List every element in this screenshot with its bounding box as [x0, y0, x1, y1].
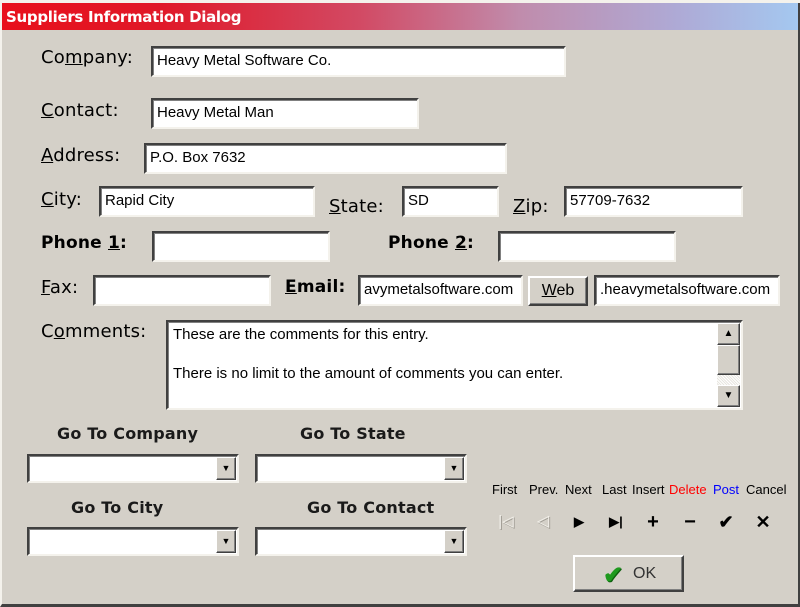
- plus-icon: +: [647, 511, 659, 533]
- scroll-up-button[interactable]: ▲: [717, 323, 740, 345]
- zip-field[interactable]: 57709-7632: [564, 186, 743, 217]
- nav-caption-insert: Insert: [632, 482, 665, 497]
- address-field[interactable]: P.O. Box 7632: [144, 143, 507, 174]
- arrow-up-icon: ▲: [723, 328, 734, 339]
- zip-label: Zip:: [513, 196, 549, 217]
- nav-prior-button[interactable]: ◁: [528, 510, 558, 534]
- contact-label: Contact:: [41, 100, 119, 121]
- comments-scrollbar[interactable]: ▲ ▼: [717, 323, 740, 407]
- scroll-down-button[interactable]: ▼: [717, 385, 740, 407]
- dropdown-button[interactable]: ▼: [216, 457, 236, 480]
- goto-company-label: Go To Company: [57, 424, 199, 443]
- contact-field[interactable]: Heavy Metal Man: [151, 98, 419, 129]
- nav-caption-next: Next: [565, 482, 592, 497]
- chevron-down-icon: ▼: [221, 536, 231, 546]
- close-icon: ✕: [755, 512, 771, 532]
- web-button[interactable]: Web: [528, 276, 588, 306]
- arrow-down-icon: ▼: [723, 390, 734, 401]
- title-bar[interactable]: Suppliers Information Dialog: [2, 3, 798, 30]
- next-record-icon: ▶: [574, 514, 584, 529]
- company-field[interactable]: Heavy Metal Software Co.: [151, 46, 566, 77]
- ok-label: OK: [633, 565, 657, 582]
- nav-caption-cancel: Cancel: [746, 482, 787, 497]
- comments-label: Comments:: [41, 321, 147, 342]
- phone1-field[interactable]: [152, 231, 330, 262]
- state-label: State:: [329, 196, 384, 217]
- ok-button[interactable]: ✔ OK: [573, 555, 684, 592]
- chevron-down-icon: ▼: [449, 536, 459, 546]
- chevron-down-icon: ▼: [221, 463, 231, 473]
- nav-insert-button[interactable]: +: [638, 510, 668, 534]
- fax-field[interactable]: [93, 275, 271, 306]
- green-check-icon: ✔: [603, 562, 624, 589]
- goto-company-combo[interactable]: ▼: [27, 454, 239, 483]
- goto-state-label: Go To State: [300, 424, 406, 443]
- comments-line: These are the comments for this entry.: [173, 326, 429, 343]
- email-field[interactable]: avymetalsoftware.com: [358, 275, 523, 306]
- goto-city-label: Go To City: [71, 498, 164, 517]
- nav-caption-delete: Delete: [669, 482, 707, 497]
- fax-label: Fax:: [41, 277, 79, 298]
- web-field[interactable]: .heavymetalsoftware.com: [594, 275, 780, 306]
- nav-caption-first: First: [492, 482, 518, 497]
- suppliers-dialog: Suppliers Information Dialog Company: He…: [0, 0, 800, 607]
- nav-first-button[interactable]: |◁: [491, 510, 521, 534]
- dropdown-button[interactable]: ▼: [444, 530, 464, 553]
- phone2-field[interactable]: [498, 231, 676, 262]
- nav-caption-last: Last: [602, 482, 627, 497]
- goto-contact-combo[interactable]: ▼: [255, 527, 467, 556]
- scroll-thumb[interactable]: [717, 345, 740, 375]
- comments-memo[interactable]: These are the comments for this entry. T…: [166, 320, 743, 410]
- chevron-down-icon: ▼: [449, 463, 459, 473]
- address-label: Address:: [41, 145, 121, 166]
- nav-next-button[interactable]: ▶: [564, 510, 594, 534]
- nav-caption-post: Post: [713, 482, 740, 497]
- company-label: Company:: [41, 47, 133, 68]
- dropdown-button[interactable]: ▼: [444, 457, 464, 480]
- comments-line: There is no limit to the amount of comme…: [173, 365, 564, 382]
- window-title: Suppliers Information Dialog: [6, 8, 242, 26]
- nav-last-button[interactable]: ▶|: [601, 510, 631, 534]
- city-label: City:: [41, 189, 83, 210]
- email-label: Email:: [285, 277, 346, 297]
- nav-post-button[interactable]: ✔: [711, 510, 741, 534]
- minus-icon: −: [684, 511, 696, 533]
- checkmark-icon: ✔: [718, 512, 734, 532]
- prior-record-icon: ◁: [536, 513, 550, 530]
- dropdown-button[interactable]: ▼: [216, 530, 236, 553]
- last-record-icon: ▶|: [609, 514, 623, 529]
- state-field[interactable]: SD: [402, 186, 499, 217]
- nav-cancel-button[interactable]: ✕: [748, 510, 778, 534]
- phone2-label: Phone 2:: [388, 233, 475, 253]
- city-field[interactable]: Rapid City: [99, 186, 315, 217]
- goto-state-combo[interactable]: ▼: [255, 454, 467, 483]
- goto-contact-label: Go To Contact: [307, 498, 435, 517]
- phone1-label: Phone 1:: [41, 233, 128, 253]
- nav-caption-prev: Prev.: [529, 482, 559, 497]
- goto-city-combo[interactable]: ▼: [27, 527, 239, 556]
- first-record-icon: |◁: [498, 513, 514, 530]
- nav-delete-button[interactable]: −: [675, 510, 705, 534]
